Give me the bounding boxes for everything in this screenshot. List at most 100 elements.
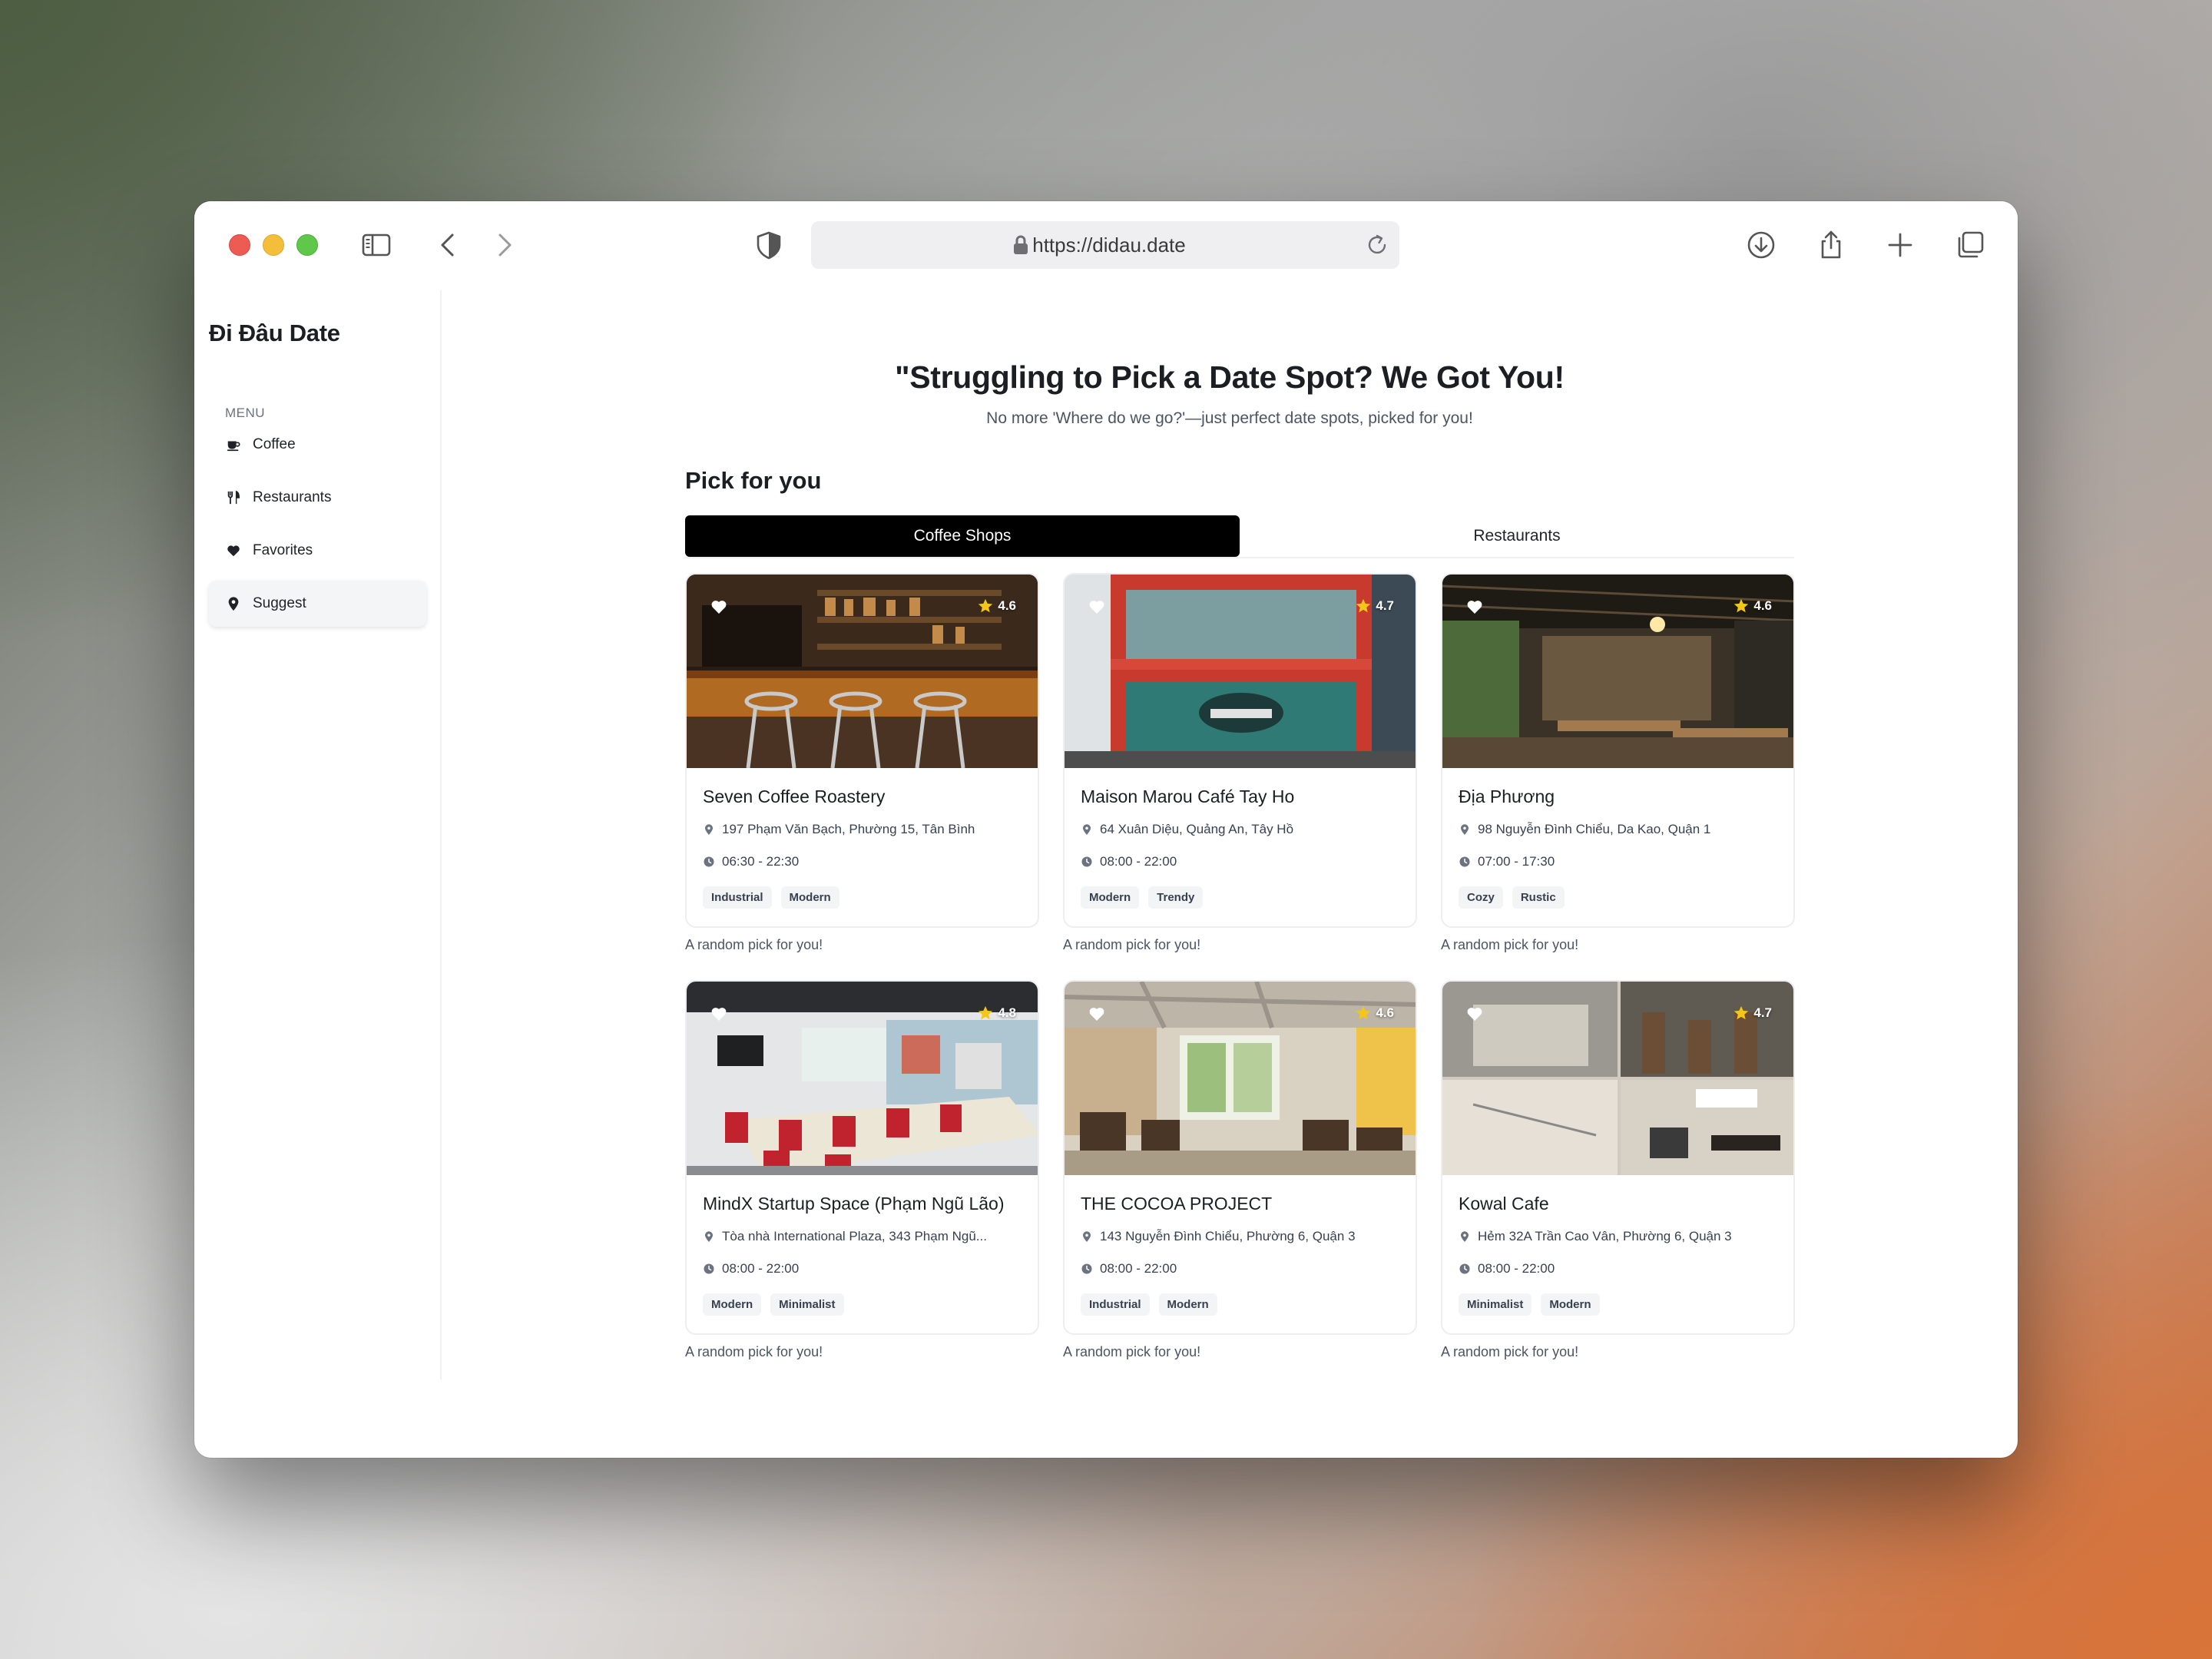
heart-icon: [225, 542, 242, 559]
card-note: A random pick for you!: [1063, 937, 1201, 952]
browser-window: https://didau.date Đi Đâu Date MENU Coff…: [194, 201, 2018, 1458]
new-tab-icon[interactable]: [1883, 228, 1917, 262]
clock-icon: [1459, 856, 1470, 867]
place-card-wrapper: 4.6 Seven Coffee Roastery 197 Phạm Văn B…: [685, 573, 1039, 953]
rating-badge: 4.7: [1355, 598, 1394, 614]
rating-badge: 4.6: [977, 598, 1016, 614]
tag-list: Minimalist Modern: [1459, 1293, 1600, 1316]
tag-list: Modern Trendy: [1081, 886, 1204, 909]
tab-coffee-shops[interactable]: Coffee Shops: [685, 515, 1240, 557]
place-card[interactable]: 4.8 MindX Startup Space (Phạm Ngũ Lão) T…: [685, 980, 1039, 1335]
hours-text: 08:00 - 22:00: [1478, 1261, 1555, 1276]
favorite-heart-icon[interactable]: [1088, 598, 1106, 616]
favorite-heart-icon[interactable]: [1465, 598, 1484, 616]
lock-icon: [1014, 235, 1028, 254]
card-note: A random pick for you!: [1063, 1344, 1201, 1359]
favorite-heart-icon[interactable]: [710, 598, 728, 616]
download-icon[interactable]: [1744, 228, 1778, 262]
place-card[interactable]: 4.6 Seven Coffee Roastery 197 Phạm Văn B…: [685, 573, 1039, 928]
minimize-window-button[interactable]: [263, 234, 284, 256]
back-icon[interactable]: [432, 228, 465, 262]
place-card[interactable]: 4.6 THE COCOA PROJECT 143 Nguyễn Đình Ch…: [1063, 980, 1417, 1335]
star-icon: [979, 1005, 993, 1020]
favorite-heart-icon[interactable]: [1088, 1005, 1106, 1023]
tag-badge: Industrial: [703, 886, 772, 909]
rating-badge: 4.8: [977, 1005, 1016, 1022]
place-address: Hẻm 32A Trần Cao Vân, Phường 6, Quận 3: [1459, 1229, 1781, 1244]
address-text: 143 Nguyễn Đình Chiểu, Phường 6, Quận 3: [1100, 1229, 1356, 1243]
tag-list: Modern Minimalist: [703, 1293, 844, 1316]
shield-icon[interactable]: [752, 228, 786, 262]
tag-badge: Modern: [1158, 1293, 1217, 1316]
address-text: Hẻm 32A Trần Cao Vân, Phường 6, Quận 3: [1478, 1229, 1732, 1243]
star-icon: [1356, 1005, 1371, 1020]
card-note: A random pick for you!: [1441, 937, 1579, 952]
place-card-wrapper: 4.7 Kowal Cafe Hẻm 32A Trần Cao Vân, Phư…: [1441, 980, 1795, 1360]
place-name: MindX Startup Space (Phạm Ngũ Lão): [703, 1194, 1005, 1214]
place-card[interactable]: 4.7 Maison Marou Café Tay Ho 64 Xuân Diệ…: [1063, 573, 1417, 928]
favorite-heart-icon[interactable]: [1465, 1005, 1484, 1023]
tag-badge: Minimalist: [770, 1293, 844, 1316]
hours-text: 08:00 - 22:00: [1100, 854, 1177, 869]
map-pin-icon: [225, 595, 242, 612]
place-address: 197 Phạm Văn Bạch, Phường 15, Tân Bình: [703, 822, 1025, 837]
url-text: https://didau.date: [1032, 233, 1186, 257]
sidebar-item-favorites[interactable]: Favorites: [209, 528, 426, 574]
close-window-button[interactable]: [229, 234, 250, 256]
section-title: Pick for you: [685, 467, 822, 494]
sidebar-item-label: Coffee: [253, 436, 296, 452]
place-card[interactable]: 4.7 Kowal Cafe Hẻm 32A Trần Cao Vân, Phư…: [1441, 980, 1795, 1335]
hours-text: 08:00 - 22:00: [722, 1261, 800, 1276]
coffee-icon: [225, 436, 242, 453]
card-note: A random pick for you!: [685, 937, 823, 952]
forward-icon[interactable]: [487, 228, 521, 262]
clock-icon: [1459, 1263, 1470, 1274]
map-pin-icon: [705, 824, 713, 835]
place-name: Kowal Cafe: [1459, 1194, 1549, 1214]
rating-value: 4.7: [1376, 598, 1394, 613]
sidebar-item-coffee[interactable]: Coffee: [209, 422, 426, 468]
address-text: 64 Xuân Diệu, Quảng An, Tây Hồ: [1100, 822, 1294, 836]
place-address: Tòa nhà International Plaza, 343 Phạm Ng…: [703, 1229, 1025, 1244]
map-pin-icon: [1083, 824, 1091, 835]
tab-restaurants[interactable]: Restaurants: [1240, 515, 1794, 557]
brand-logo-text[interactable]: Đi Đâu Date: [209, 320, 340, 347]
zoom-window-button[interactable]: [296, 234, 318, 256]
fork-knife-icon: [225, 489, 242, 506]
tag-badge: Rustic: [1512, 886, 1565, 909]
tag-badge: Cozy: [1459, 886, 1503, 909]
reload-icon[interactable]: [1364, 232, 1390, 258]
share-icon[interactable]: [1814, 228, 1848, 262]
clock-icon: [704, 1263, 714, 1274]
rating-value: 4.6: [998, 598, 1016, 613]
sidebar: Đi Đâu Date MENU Coffee Restaurants Favo…: [194, 290, 442, 1379]
place-name: Địa Phương: [1459, 786, 1555, 806]
place-name: THE COCOA PROJECT: [1081, 1194, 1273, 1214]
address-bar[interactable]: https://didau.date: [811, 221, 1399, 269]
place-hours: 08:00 - 22:00: [1081, 1261, 1403, 1277]
star-icon: [1356, 598, 1371, 613]
place-card[interactable]: 4.6 Địa Phương 98 Nguyễn Đình Chiểu, Da …: [1441, 573, 1795, 928]
browser-toolbar: https://didau.date: [194, 201, 2018, 290]
tag-badge: Trendy: [1148, 886, 1204, 909]
tag-badge: Minimalist: [1459, 1293, 1532, 1316]
menu-label: MENU: [225, 406, 266, 420]
clock-icon: [704, 856, 714, 867]
tab-overview-icon[interactable]: [1953, 228, 1987, 262]
place-hours: 08:00 - 22:00: [703, 1261, 1025, 1277]
sidebar-item-suggest[interactable]: Suggest: [209, 581, 426, 627]
star-icon: [979, 598, 993, 613]
sidebar-item-label: Favorites: [253, 542, 313, 558]
hours-text: 08:00 - 22:00: [1100, 1261, 1177, 1276]
tag-badge: Modern: [1081, 886, 1140, 909]
favorite-heart-icon[interactable]: [710, 1005, 728, 1023]
category-tabs: Coffee Shops Restaurants: [685, 515, 1794, 558]
place-hours: 08:00 - 22:00: [1459, 1261, 1781, 1277]
sidebar-item-label: Suggest: [253, 595, 306, 611]
place-hours: 08:00 - 22:00: [1081, 854, 1403, 869]
place-hours: 07:00 - 17:30: [1459, 854, 1781, 869]
sidebar-item-restaurants[interactable]: Restaurants: [209, 475, 426, 521]
rating-badge: 4.6: [1355, 1005, 1394, 1022]
sidebar-toggle-icon[interactable]: [359, 228, 393, 262]
card-note: A random pick for you!: [685, 1344, 823, 1359]
